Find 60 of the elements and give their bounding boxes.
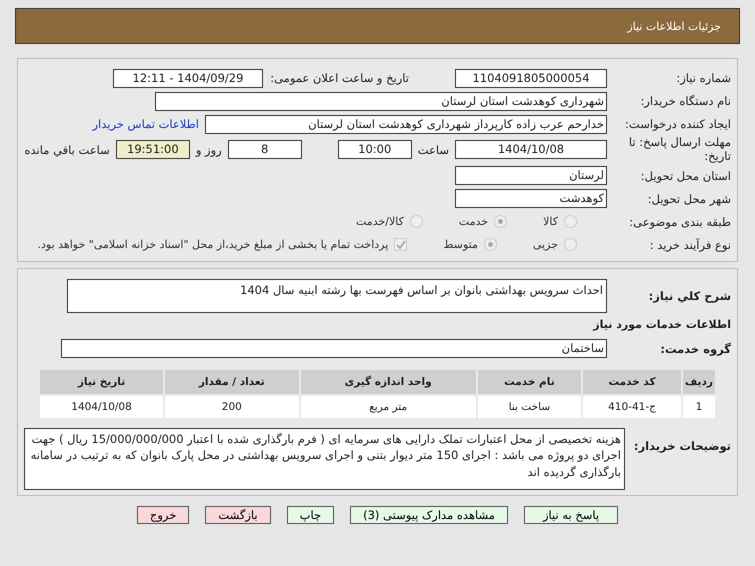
- remaining-time-field: 19:51:00: [116, 140, 190, 160]
- radio-button[interactable]: [484, 238, 497, 252]
- deadline-time-field[interactable]: 10:00: [338, 140, 412, 160]
- days-label: روز و: [196, 142, 222, 157]
- table-cell: 1404/10/08: [40, 396, 164, 418]
- summary-textarea[interactable]: احداث سرویس بهداشتی بانوان بر اساس فهرست بها رشته ابنیه سال 1404: [67, 278, 607, 313]
- column-header: کد خدمت: [583, 370, 681, 394]
- creator-field[interactable]: خدارحم عرب زاده کارپرداز شهرداری کوهدشت استان لرستان: [205, 114, 607, 134]
- table-cell: ج-41-410: [583, 396, 681, 418]
- action-button[interactable]: خروج: [136, 506, 190, 524]
- column-header: نام خدمت: [478, 370, 582, 394]
- buyer-field[interactable]: شهرداری کوهدشت استان لرستان: [155, 92, 607, 110]
- field-label: توضیحات خریدار:: [632, 438, 731, 454]
- table-cell: 200: [165, 396, 299, 418]
- table-cell: ساخت بنا: [478, 396, 582, 418]
- radio-button[interactable]: [410, 215, 423, 228]
- field-label: نام دستگاه خریدار:: [639, 94, 731, 108]
- radio-label: متوسط: [443, 238, 478, 252]
- action-button[interactable]: پاسخ به نیاز: [524, 506, 618, 524]
- column-header: تعداد / مقدار: [165, 370, 299, 394]
- table-cell: متر مربع: [300, 396, 476, 418]
- announce-date-field[interactable]: 1404/09/29 - 12:11: [113, 68, 263, 88]
- field-label: نوع فرآیند خرید :: [648, 238, 731, 252]
- radio-label: خدمت: [458, 215, 488, 228]
- radio-button[interactable]: [494, 215, 508, 228]
- field-label: گروه خدمت:: [659, 342, 731, 356]
- need-number-field[interactable]: 1104091805000054: [455, 68, 607, 88]
- column-header: ردیف: [683, 370, 715, 394]
- column-header: واحد اندازه گیری: [300, 370, 476, 394]
- payment-note: پرداخت تمام یا بخشی از مبلغ خرید،از محل "اسناد خزانه اسلامی" خواهد بود.: [38, 238, 388, 252]
- province-field[interactable]: لرستان: [455, 166, 607, 186]
- time-label: ساعت: [418, 142, 449, 157]
- radio-label: جزیی: [532, 238, 558, 252]
- field-label: استان محل تحویل:: [640, 168, 731, 183]
- field-label: مهلت ارسال پاسخ: تا تاریخ:: [628, 136, 731, 164]
- action-button[interactable]: چاپ: [286, 506, 334, 524]
- field-label: تاریخ و ساعت اعلان عمومی:: [269, 71, 409, 85]
- radio-button[interactable]: [564, 238, 577, 252]
- action-button[interactable]: بازگشت: [205, 506, 271, 524]
- checkbox[interactable]: [394, 238, 408, 252]
- city-field[interactable]: کوهدشت: [455, 189, 607, 208]
- table-cell: 1: [683, 396, 715, 418]
- radio-label: کالا: [543, 215, 558, 228]
- deadline-date-field[interactable]: 1404/10/08: [455, 140, 607, 160]
- service-group-field[interactable]: ساختمان: [61, 339, 607, 358]
- buyer-notes-textarea[interactable]: هزینه تخصیصی از محل اعتبارات تملک دارایی های سرمایه ای ( فرم بارگذاری شده با اعتبار 15/000/000/000 ریال ) جهت اجرای دو پروژه می باشد : اجرای 150 متر دیوار بتنی و اجرای سرویس بهداشتی در محل پارک بانوان که به ترتیب در سامانه بارگذاری گردیده اند: [24, 428, 625, 490]
- remaining-label: ساعت باقي مانده: [24, 142, 110, 157]
- field-label: شرح کلي نیاز:: [648, 288, 731, 303]
- action-button[interactable]: مشاهده مدارک پیوستی (3): [350, 506, 508, 524]
- field-label: طبقه بندی موضوعی:: [628, 214, 731, 229]
- radio-button[interactable]: [564, 215, 577, 228]
- days-field[interactable]: 8: [228, 140, 302, 160]
- radio-label: کالا/خدمت: [356, 215, 404, 228]
- field-label: شماره نیاز:: [675, 71, 731, 85]
- page-title: جزئیات اطلاعات نیاز: [627, 20, 721, 32]
- field-label: ایجاد کننده درخواست:: [624, 117, 731, 131]
- section-heading: اطلاعات خدمات مورد نیاز: [593, 318, 731, 331]
- column-header: تاریخ نیاز: [40, 370, 164, 394]
- contact-link[interactable]: اطلاعات تماس خریدار: [92, 117, 199, 131]
- field-label: شهر محل تحویل:: [646, 192, 731, 206]
